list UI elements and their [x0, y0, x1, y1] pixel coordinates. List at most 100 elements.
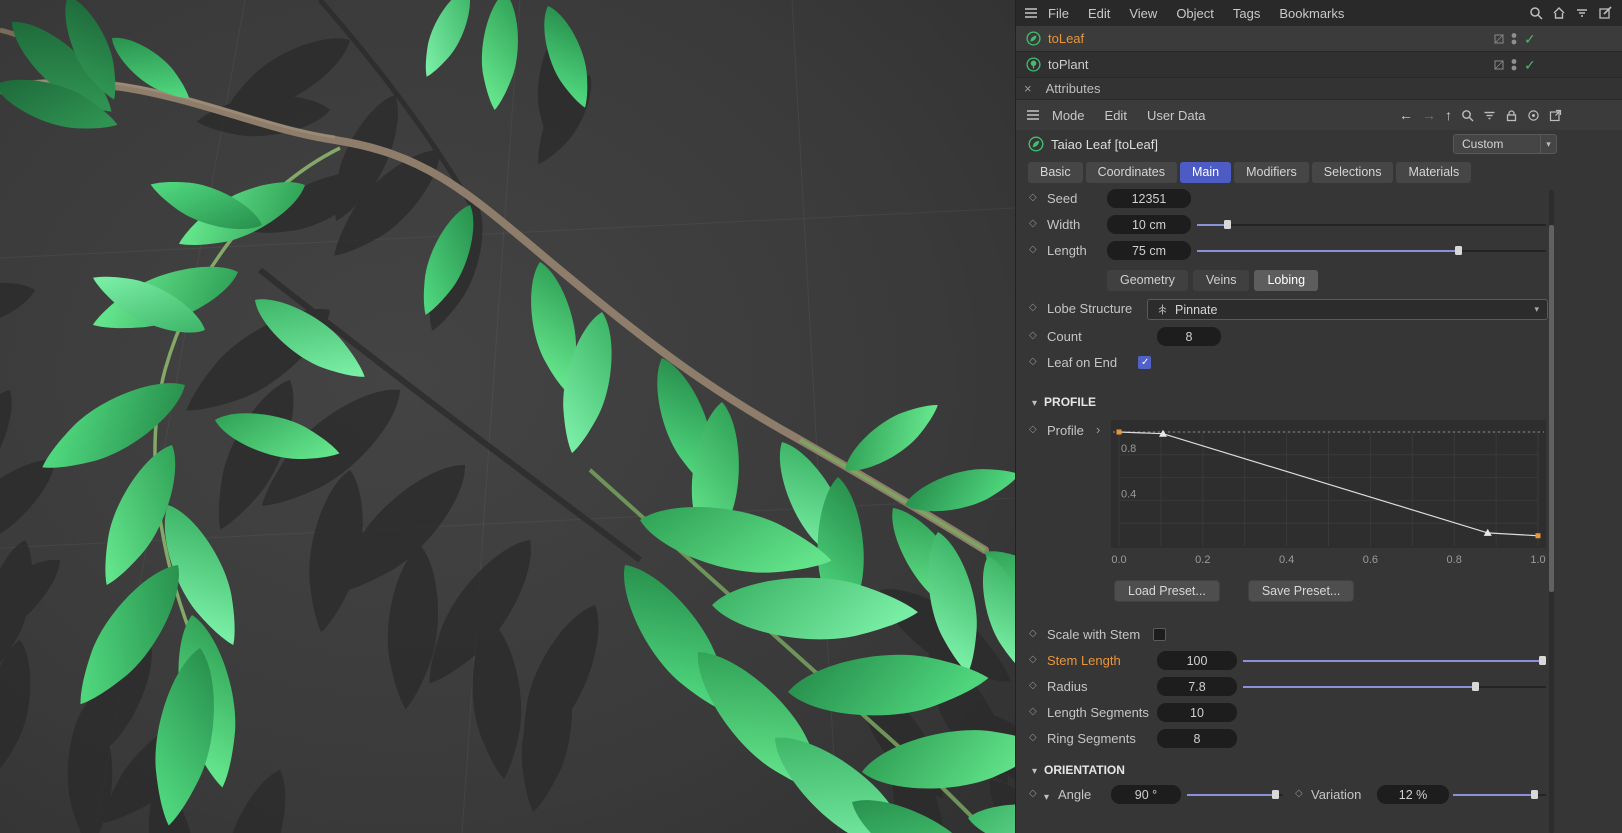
- filter-icon[interactable]: [1483, 109, 1496, 122]
- compose-icon[interactable]: [1598, 6, 1612, 20]
- orientation-section-header[interactable]: ORIENTATION: [1016, 758, 1622, 782]
- param-row-width: Width 10 cm: [1016, 212, 1622, 238]
- object-row-toleaf[interactable]: toLeaf ✓: [1016, 26, 1622, 52]
- menu-mode[interactable]: Mode: [1044, 108, 1093, 123]
- param-diamond-icon[interactable]: [1029, 706, 1037, 717]
- menu-file[interactable]: File: [1039, 6, 1078, 21]
- chevron-down-icon: [1032, 763, 1037, 777]
- stem-length-slider[interactable]: [1243, 655, 1546, 667]
- param-diamond-icon[interactable]: [1029, 424, 1037, 435]
- expand-arrow-icon[interactable]: ›: [1096, 422, 1100, 437]
- tab-coordinates[interactable]: Coordinates: [1085, 161, 1177, 183]
- load-preset-button[interactable]: Load Preset...: [1114, 580, 1220, 602]
- tab-materials[interactable]: Materials: [1396, 161, 1472, 183]
- lock-icon[interactable]: [1505, 109, 1518, 122]
- param-row-radius: Radius 7.8: [1016, 674, 1622, 700]
- scrollbar-thumb[interactable]: [1549, 225, 1554, 592]
- param-label: Seed: [1047, 191, 1078, 206]
- angle-input[interactable]: 90 °: [1111, 785, 1181, 804]
- close-icon[interactable]: ×: [1024, 82, 1032, 95]
- viewport-3d[interactable]: [0, 0, 1015, 833]
- param-diamond-icon[interactable]: [1029, 218, 1037, 229]
- section-title: PROFILE: [1044, 395, 1097, 409]
- object-name[interactable]: toPlant: [1048, 57, 1088, 72]
- right-panel: File Edit View Object Tags Bookmarks toL…: [1015, 0, 1622, 833]
- menu-user-data[interactable]: User Data: [1139, 108, 1214, 123]
- param-label: Lobe Structure: [1047, 301, 1133, 316]
- menu-view[interactable]: View: [1120, 6, 1166, 21]
- preset-dropdown[interactable]: Custom ▾: [1453, 134, 1557, 154]
- radius-input[interactable]: 7.8: [1157, 677, 1237, 696]
- menu-bookmarks[interactable]: Bookmarks: [1270, 6, 1353, 21]
- param-label: Ring Segments: [1047, 731, 1136, 746]
- new-window-icon[interactable]: [1549, 109, 1562, 122]
- subtab-geometry[interactable]: Geometry: [1107, 269, 1188, 291]
- param-diamond-icon[interactable]: [1029, 732, 1037, 743]
- object-row-toplant[interactable]: toPlant ✓: [1016, 52, 1622, 78]
- radius-slider[interactable]: [1243, 681, 1546, 693]
- lobe-structure-value: Pinnate: [1175, 302, 1218, 317]
- count-input[interactable]: 8: [1157, 327, 1221, 346]
- variation-slider[interactable]: [1453, 789, 1546, 801]
- variation-input[interactable]: 12 %: [1377, 785, 1449, 804]
- object-name[interactable]: toLeaf: [1048, 31, 1084, 46]
- visibility-dots-icon[interactable]: [1511, 58, 1517, 72]
- visibility-dots-icon[interactable]: [1511, 32, 1517, 46]
- forward-arrow-icon[interactable]: →: [1422, 107, 1436, 123]
- width-slider[interactable]: [1197, 219, 1546, 231]
- param-label: Length: [1047, 243, 1087, 258]
- menu-tags[interactable]: Tags: [1224, 6, 1269, 21]
- profile-curve-canvas[interactable]: 0.8 0.4 0.0 0.2 0.4 0.6 0.8 1.0: [1111, 420, 1546, 570]
- menu-object[interactable]: Object: [1167, 6, 1223, 21]
- section-title: ORIENTATION: [1044, 763, 1125, 777]
- param-diamond-icon[interactable]: [1029, 654, 1037, 665]
- layer-icon[interactable]: [1494, 34, 1504, 44]
- subtab-veins[interactable]: Veins: [1192, 269, 1250, 291]
- param-diamond-icon[interactable]: [1029, 244, 1037, 255]
- param-diamond-icon[interactable]: [1029, 680, 1037, 691]
- search-icon[interactable]: [1529, 6, 1543, 20]
- search-icon[interactable]: [1461, 109, 1474, 122]
- param-diamond-icon[interactable]: [1295, 788, 1303, 799]
- subtab-lobing[interactable]: Lobing: [1254, 269, 1319, 291]
- enabled-check-icon[interactable]: ✓: [1524, 31, 1536, 48]
- profile-section-header[interactable]: PROFILE: [1016, 390, 1622, 414]
- layer-icon[interactable]: [1494, 60, 1504, 70]
- seed-input[interactable]: 12351: [1107, 189, 1191, 208]
- chevron-down-icon[interactable]: [1044, 788, 1049, 803]
- lobe-structure-dropdown[interactable]: Pinnate ▾: [1147, 299, 1548, 320]
- leaf-on-end-checkbox[interactable]: [1138, 356, 1151, 369]
- tab-main[interactable]: Main: [1179, 161, 1232, 183]
- length-input[interactable]: 75 cm: [1107, 241, 1191, 260]
- hamburger-menu-icon[interactable]: [1024, 7, 1038, 19]
- width-input[interactable]: 10 cm: [1107, 215, 1191, 234]
- home-icon[interactable]: [1552, 6, 1566, 20]
- param-diamond-icon[interactable]: [1029, 330, 1037, 341]
- tab-selections[interactable]: Selections: [1311, 161, 1394, 183]
- hamburger-menu-icon[interactable]: [1026, 109, 1040, 121]
- param-diamond-icon[interactable]: [1029, 788, 1037, 799]
- target-icon[interactable]: [1527, 109, 1540, 122]
- tab-modifiers[interactable]: Modifiers: [1234, 161, 1309, 183]
- param-row-ring-segments: Ring Segments 8: [1016, 726, 1622, 752]
- stem-length-input[interactable]: 100: [1157, 651, 1237, 670]
- menu-edit-attr[interactable]: Edit: [1097, 108, 1135, 123]
- filter-icon[interactable]: [1575, 6, 1589, 20]
- profile-curve-editor[interactable]: 0.8 0.4 0.0 0.2 0.4 0.6 0.8 1.0: [1111, 420, 1546, 570]
- up-arrow-icon[interactable]: ↑: [1445, 107, 1452, 123]
- menu-edit[interactable]: Edit: [1079, 6, 1119, 21]
- length-slider[interactable]: [1197, 245, 1546, 257]
- tab-basic[interactable]: Basic: [1028, 161, 1083, 183]
- panel-scrollbar[interactable]: [1549, 190, 1554, 833]
- back-arrow-icon[interactable]: ←: [1399, 107, 1413, 123]
- param-diamond-icon[interactable]: [1029, 302, 1037, 313]
- ring-segments-input[interactable]: 8: [1157, 729, 1237, 748]
- length-segments-input[interactable]: 10: [1157, 703, 1237, 722]
- param-diamond-icon[interactable]: [1029, 356, 1037, 367]
- param-diamond-icon[interactable]: [1029, 192, 1037, 203]
- scale-with-stem-checkbox[interactable]: [1153, 628, 1166, 641]
- save-preset-button[interactable]: Save Preset...: [1247, 580, 1355, 602]
- enabled-check-icon[interactable]: ✓: [1524, 57, 1536, 74]
- param-diamond-icon[interactable]: [1029, 628, 1037, 639]
- angle-slider[interactable]: [1187, 789, 1283, 801]
